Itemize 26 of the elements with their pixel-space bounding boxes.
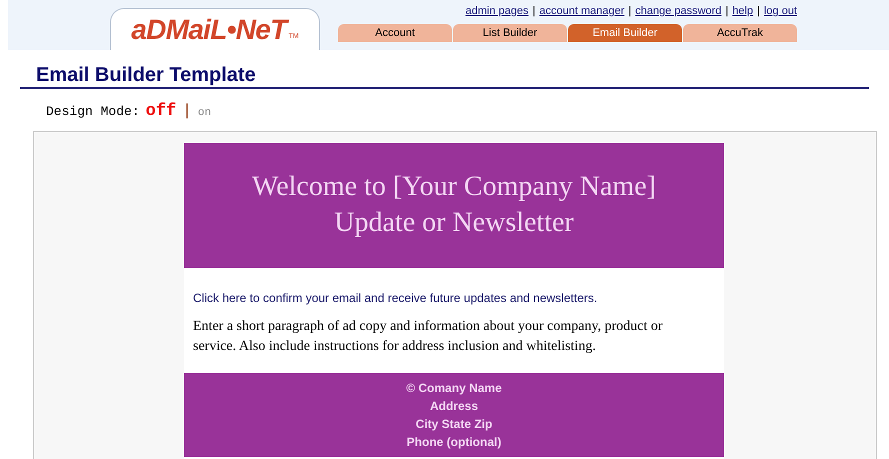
mode-option[interactable]: on <box>198 105 212 122</box>
page-title: Email Builder Template <box>36 63 257 87</box>
footer-line: City State Zip <box>416 416 492 432</box>
header-line: Update or Newsletter <box>334 206 574 240</box>
mode-option[interactable]: off <box>146 99 176 124</box>
top-link[interactable]: change password <box>635 3 722 20</box>
footer-line: Phone (optional) <box>406 434 502 450</box>
top-link[interactable]: help <box>732 3 754 20</box>
top-link[interactable]: account manager <box>539 3 624 20</box>
nav-tab[interactable]: Email Builder <box>568 24 682 42</box>
link-separator: | <box>757 4 760 19</box>
nav-tab[interactable]: Account <box>338 24 452 42</box>
header-line: Welcome to [Your Company Name] <box>252 170 656 204</box>
footer-line: Address <box>430 398 478 414</box>
link-separator: | <box>532 4 536 19</box>
top-link[interactable]: admin pages <box>466 3 528 20</box>
design-mode-label: Design Mode: <box>46 103 140 121</box>
ad-copy-paragraph: Enter a short paragraph of ad copy and information about your company, product or service. Also include instructions for address inclusion and whitelisting. <box>193 318 664 356</box>
nav-tab[interactable]: List Builder <box>453 24 567 42</box>
top-link[interactable]: log out <box>764 3 797 20</box>
link-separator: | <box>628 4 632 19</box>
nav-tab[interactable]: AccuTrak <box>683 24 797 42</box>
footer-line: © Comany Name <box>406 380 502 396</box>
link-separator: | <box>725 4 728 19</box>
confirm-link[interactable]: Click here to confirm your email and receive future updates and newsletters. <box>193 288 724 306</box>
separator: | <box>182 101 192 122</box>
